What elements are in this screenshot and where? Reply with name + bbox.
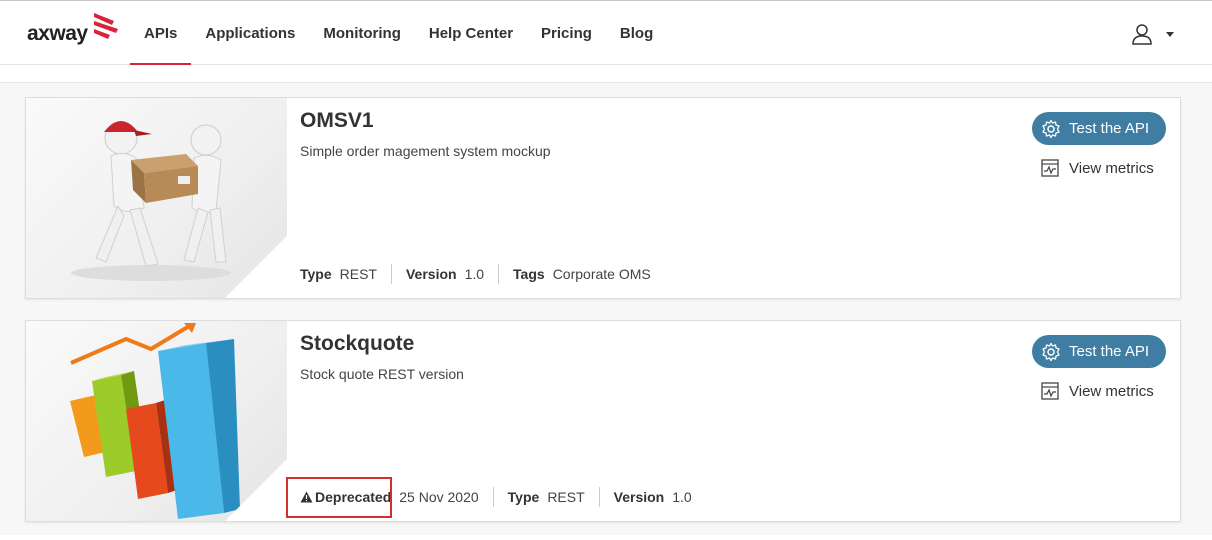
test-api-button[interactable]: Test the API: [1032, 335, 1166, 368]
meta-version: Version 1.0: [598, 487, 706, 507]
api-meta: Deprecated 25 Nov 2020 Type REST Version 1…: [286, 477, 706, 518]
thumbnail-corner: [225, 459, 287, 521]
main-nav: APIs Applications Monitoring Help Center…: [130, 1, 667, 66]
test-api-button[interactable]: Test the API: [1032, 112, 1166, 145]
next-card-edge: [0, 535, 1212, 540]
nav-item-pricing[interactable]: Pricing: [527, 1, 606, 66]
gear-icon: [1042, 119, 1060, 138]
deprecated-highlight-box: [286, 477, 392, 518]
top-navbar: axway APIs Applications Monitoring Help …: [0, 0, 1212, 66]
nav-item-apis[interactable]: APIs: [130, 1, 192, 66]
meta-tags: Tags Corporate OMS: [498, 264, 665, 284]
nav-item-help-center[interactable]: Help Center: [415, 1, 527, 66]
api-thumbnail-chart: [26, 321, 287, 521]
meta-type: Type REST: [300, 266, 377, 282]
chevron-down-icon: [1166, 31, 1174, 37]
sub-header-strip: [0, 65, 1212, 83]
logo-chevrons-icon: [94, 13, 118, 39]
thumbnail-corner: [225, 236, 287, 298]
api-description: Stock quote REST version: [300, 366, 464, 382]
api-title[interactable]: OMSV1: [300, 109, 374, 133]
api-description: Simple order magement system mockup: [300, 143, 551, 159]
metrics-chart-icon: [1041, 382, 1059, 400]
meta-version: Version 1.0: [390, 264, 498, 284]
user-icon: [1132, 24, 1152, 45]
nav-item-applications[interactable]: Applications: [191, 1, 309, 66]
axway-logo[interactable]: axway: [27, 11, 127, 51]
api-title[interactable]: Stockquote: [300, 332, 414, 356]
api-card-stockquote[interactable]: Stockquote Stock quote REST version Depr…: [25, 320, 1181, 522]
meta-deprecated: Deprecated 25 Nov 2020: [286, 477, 493, 518]
view-metrics-link[interactable]: View metrics: [1041, 159, 1154, 177]
gear-icon: [1042, 342, 1060, 361]
view-metrics-link[interactable]: View metrics: [1041, 382, 1154, 400]
nav-item-monitoring[interactable]: Monitoring: [309, 1, 414, 66]
api-meta: Type REST Version 1.0 Tags Corporate OMS: [300, 262, 665, 286]
logo-text: axway: [27, 22, 88, 45]
api-card-omsv1[interactable]: OMSV1 Simple order magement system mocku…: [25, 97, 1181, 299]
nav-item-blog[interactable]: Blog: [606, 1, 667, 66]
api-thumbnail-delivery: [26, 98, 287, 298]
user-menu[interactable]: [1131, 23, 1174, 45]
meta-type: Type REST: [492, 487, 599, 507]
deprecated-date: 25 Nov 2020: [399, 489, 479, 505]
metrics-chart-icon: [1041, 159, 1059, 177]
